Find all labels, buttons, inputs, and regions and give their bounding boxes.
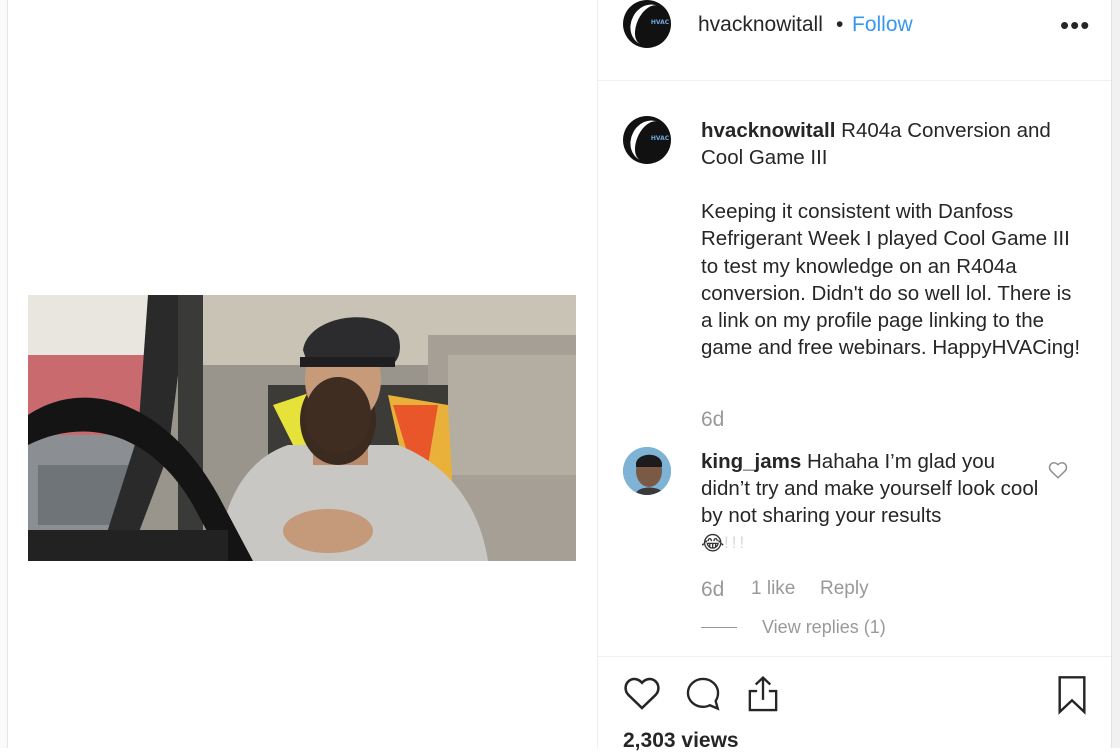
comment-bubble-icon[interactable] (684, 675, 722, 718)
author-username[interactable]: hvacknowitall (698, 13, 823, 37)
scrollbar-track[interactable] (1111, 0, 1120, 748)
header-separator: • (836, 13, 844, 36)
commenter-avatar-image (623, 447, 671, 495)
replies-divider (701, 627, 737, 628)
view-replies-link[interactable]: View replies (1) (762, 617, 886, 638)
caption-body: Keeping it consistent with Danfoss Refri… (701, 200, 1081, 360)
comment-text: king_jams Hahaha I’m glad you didn’t try… (701, 448, 1041, 529)
avatar-logo-text: HVAC (650, 19, 670, 27)
comment-reply-button[interactable]: Reply (820, 578, 869, 600)
avatar-logo-text: HVAC (650, 135, 670, 143)
caption-username[interactable]: hvacknowitall (701, 119, 835, 142)
commenter-avatar[interactable] (623, 447, 671, 495)
caption-author-avatar[interactable]: HVAC (623, 116, 671, 164)
action-bar: 2,303 views (598, 656, 1112, 752)
bookmark-icon[interactable] (1056, 675, 1088, 720)
page-left-edge (0, 0, 8, 748)
comment-exclamations: !!! (724, 533, 748, 552)
share-upload-icon[interactable] (745, 675, 781, 718)
media-pane (8, 0, 597, 748)
comment-like-heart-icon[interactable] (1048, 461, 1068, 484)
laughing-emoji: 😂 (701, 533, 725, 555)
video-frame-illustration (28, 295, 576, 561)
comment-likes[interactable]: 1 like (751, 578, 795, 600)
caption-title: hvacknowitall R404a Conversion and Cool … (701, 117, 1081, 171)
more-options-icon[interactable]: ••• (1060, 10, 1090, 41)
post-header: HVAC hvacknowitall • Follow ••• (598, 0, 1112, 81)
comment-timestamp[interactable]: 6d (701, 578, 724, 602)
commenter-username[interactable]: king_jams (701, 450, 801, 473)
author-avatar[interactable]: HVAC (623, 0, 671, 48)
post-video[interactable] (28, 295, 576, 561)
follow-button[interactable]: Follow (852, 13, 913, 37)
instagram-post-modal: HVAC hvacknowitall • Follow ••• HVAC hva… (0, 0, 1120, 752)
like-heart-icon[interactable] (623, 675, 661, 716)
details-pane: HVAC hvacknowitall • Follow ••• HVAC hva… (597, 0, 1112, 752)
post-timestamp[interactable]: 6d (701, 408, 724, 432)
view-count[interactable]: 2,303 views (623, 729, 739, 753)
